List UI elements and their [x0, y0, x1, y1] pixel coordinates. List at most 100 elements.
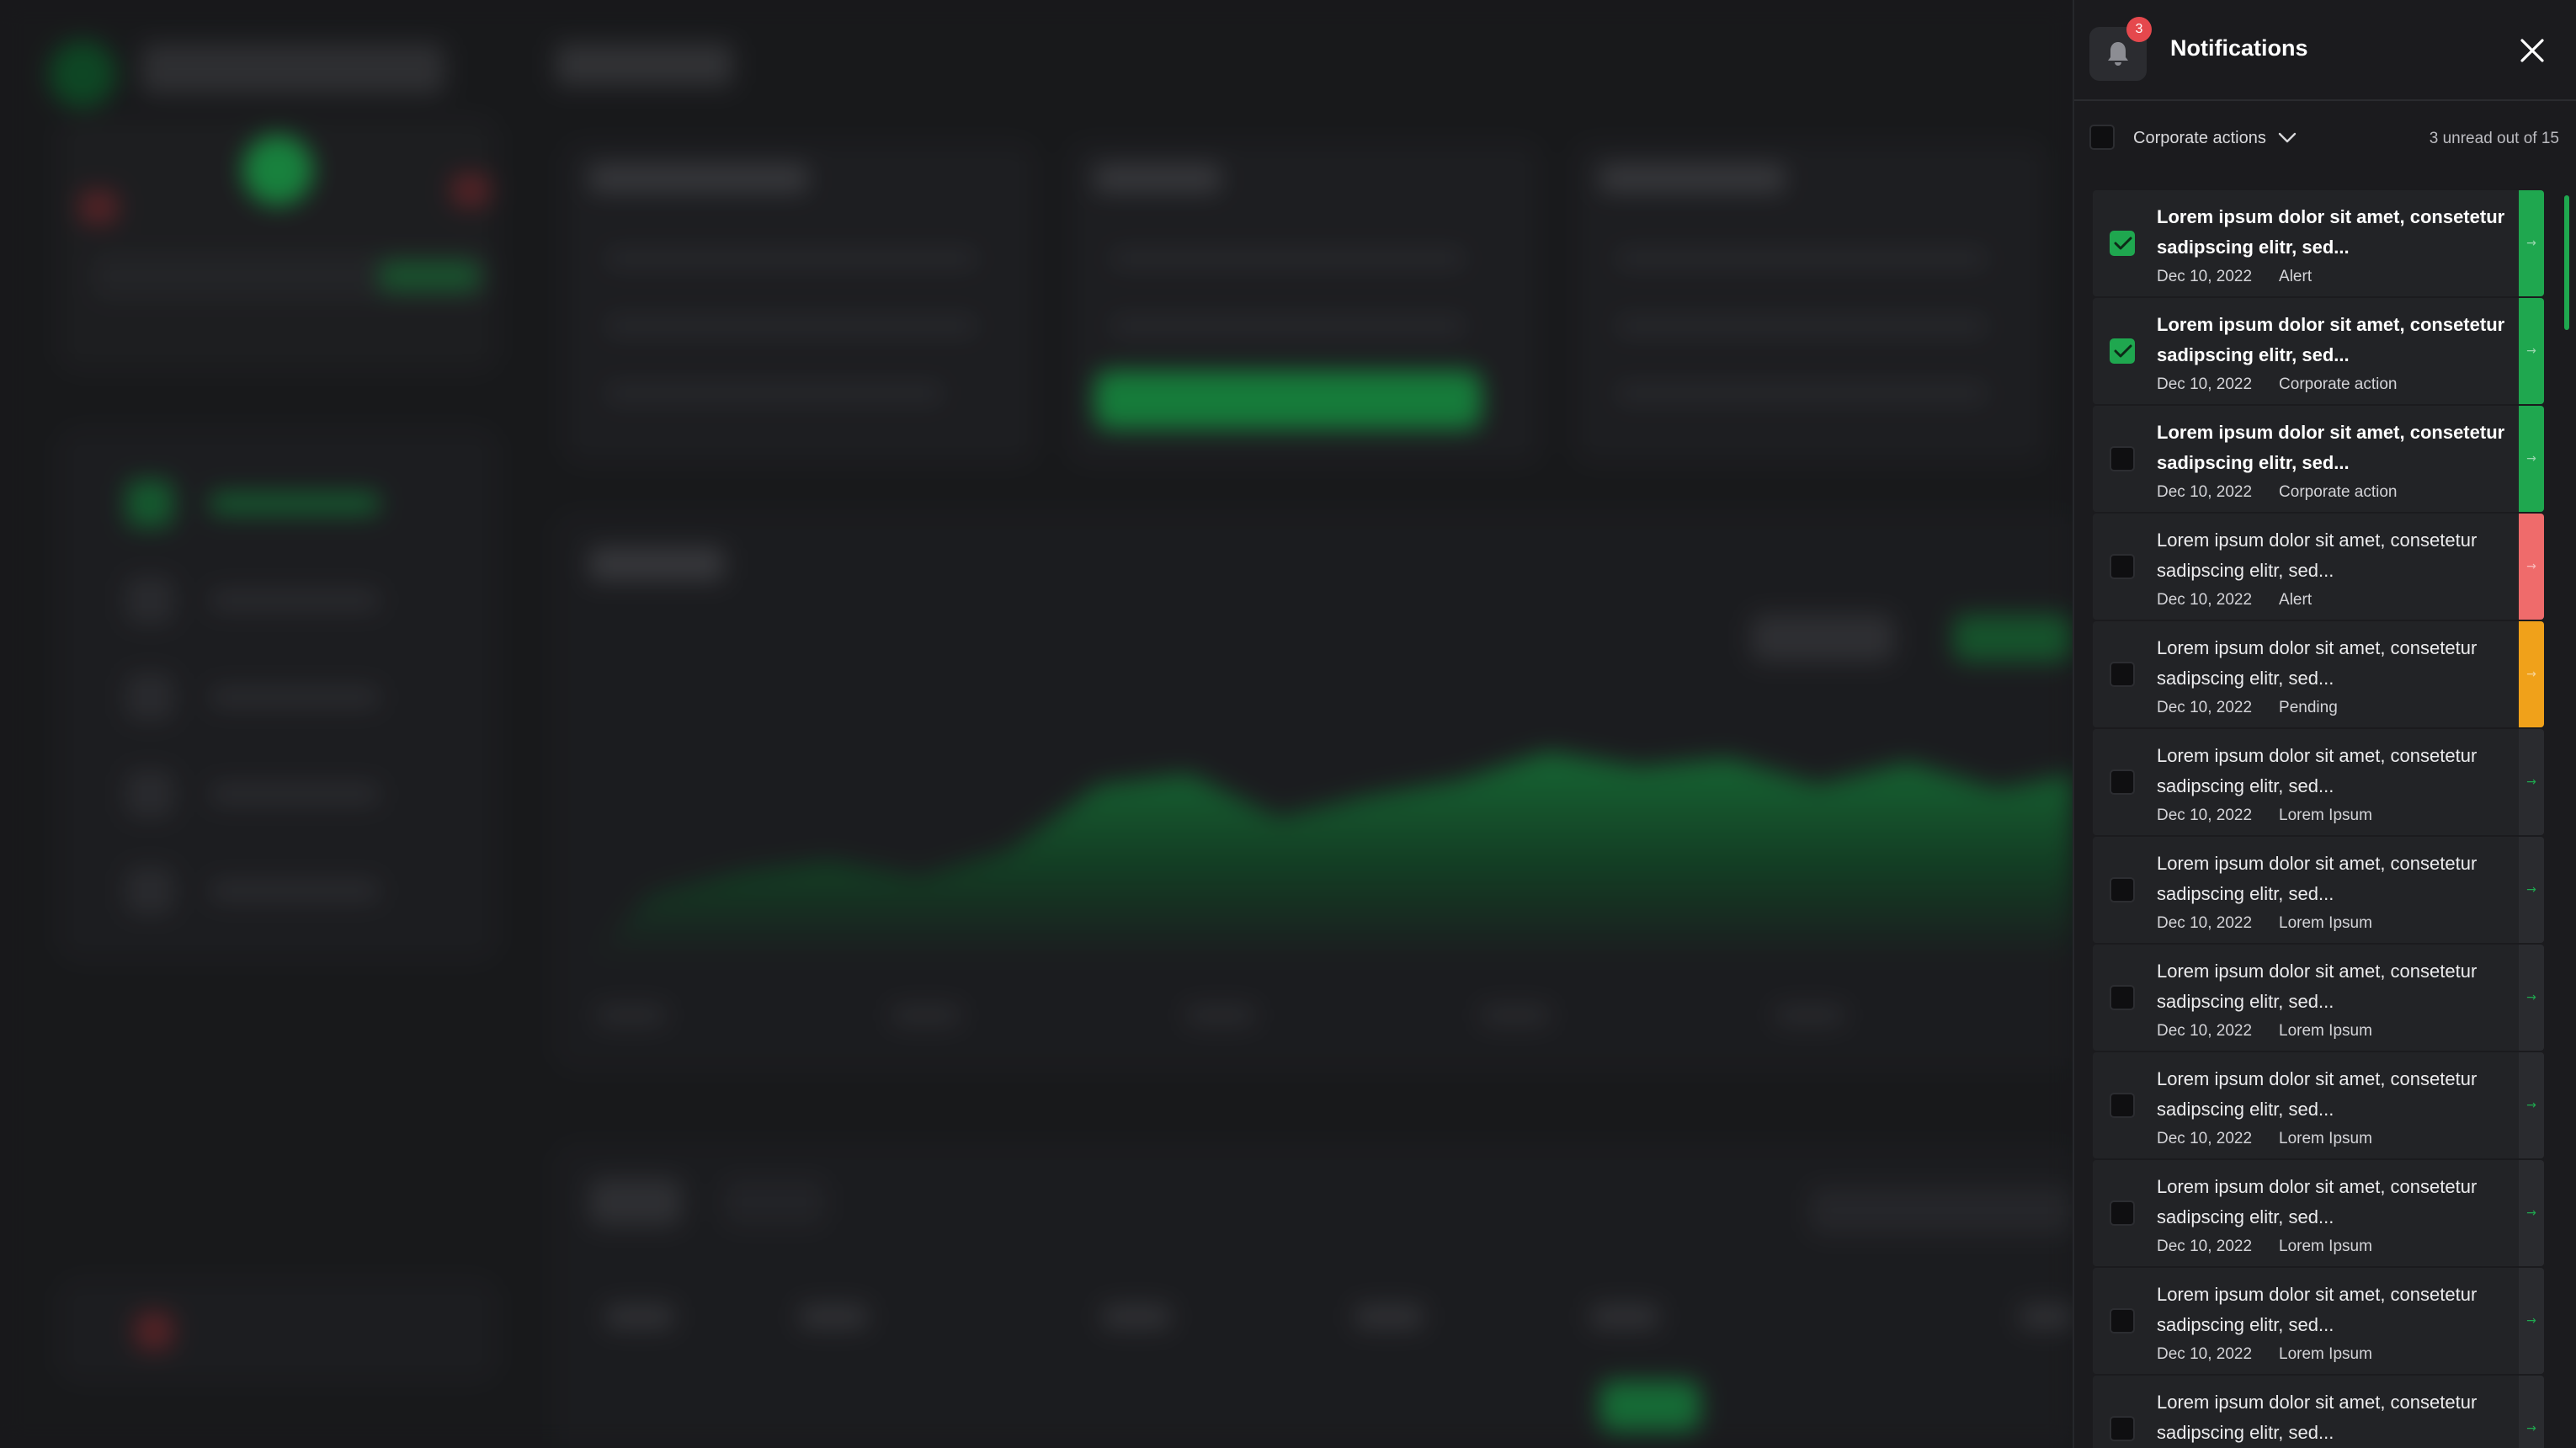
arrow-right-icon: → — [2526, 1099, 2536, 1112]
notification-text: Lorem ipsum dolor sit amet, consetetur s… — [2157, 745, 2478, 796]
notification-item[interactable]: Lorem ipsum dolor sit amet, consetetur s… — [2093, 945, 2544, 1051]
notification-checkbox[interactable] — [2110, 877, 2135, 902]
arrow-right-icon: → — [2526, 1206, 2536, 1220]
open-notification-button[interactable]: → — [2519, 298, 2544, 404]
notification-item[interactable]: Lorem ipsum dolor sit amet, consetetur s… — [2093, 1160, 2544, 1266]
notification-category: Alert — [2279, 591, 2313, 609]
notification-meta: Dec 10, 2022 Lorem Ipsum — [2157, 1130, 2372, 1148]
unread-summary: 3 unread out of 15 — [2429, 130, 2559, 147]
arrow-right-icon: → — [2526, 237, 2536, 250]
notification-text: Lorem ipsum dolor sit amet, consetetur s… — [2157, 206, 2505, 258]
notification-item[interactable]: Lorem ipsum dolor sit amet, consetetur s… — [2093, 190, 2544, 296]
notification-checkbox[interactable] — [2110, 1416, 2135, 1441]
notification-date: Dec 10, 2022 — [2157, 268, 2253, 285]
open-notification-button[interactable]: → — [2519, 1376, 2544, 1448]
notification-category: Corporate action — [2279, 375, 2398, 393]
arrow-right-icon: → — [2526, 668, 2536, 681]
notification-date: Dec 10, 2022 — [2157, 591, 2253, 609]
close-icon — [2520, 39, 2544, 62]
notification-item[interactable]: Lorem ipsum dolor sit amet, consetetur s… — [2093, 621, 2544, 727]
notification-checkbox[interactable] — [2110, 554, 2135, 579]
notification-meta: Dec 10, 2022 Lorem Ipsum — [2157, 1022, 2372, 1041]
notification-text: Lorem ipsum dolor sit amet, consetetur s… — [2157, 961, 2478, 1012]
notification-meta: Dec 10, 2022 Pending — [2157, 699, 2338, 717]
open-notification-button[interactable]: → — [2519, 837, 2544, 943]
open-notification-button[interactable]: → — [2519, 406, 2544, 512]
notification-checkbox[interactable] — [2110, 446, 2135, 471]
notification-item[interactable]: Lorem ipsum dolor sit amet, consetetur s… — [2093, 1268, 2544, 1374]
panel-title: Notifications — [2170, 35, 2308, 61]
notification-checkbox[interactable] — [2110, 985, 2135, 1010]
notification-text: Lorem ipsum dolor sit amet, consetetur s… — [2157, 530, 2478, 581]
open-notification-button[interactable]: → — [2519, 1268, 2544, 1374]
notification-item[interactable]: Lorem ipsum dolor sit amet, consetetur s… — [2093, 406, 2544, 512]
notification-date: Dec 10, 2022 — [2157, 1022, 2253, 1040]
notification-meta: Dec 10, 2022 Alert — [2157, 591, 2312, 610]
open-notification-button[interactable]: → — [2519, 729, 2544, 835]
notification-item[interactable]: Lorem ipsum dolor sit amet, consetetur s… — [2093, 837, 2544, 943]
notification-text: Lorem ipsum dolor sit amet, consetetur s… — [2157, 314, 2505, 365]
notification-date: Dec 10, 2022 — [2157, 1130, 2253, 1147]
notification-date: Dec 10, 2022 — [2157, 1345, 2253, 1363]
panel-header: 3 Notifications — [2074, 0, 2576, 101]
notification-text: Lorem ipsum dolor sit amet, consetetur s… — [2157, 853, 2478, 904]
notification-category: Lorem Ipsum — [2279, 1130, 2372, 1147]
category-filter-dropdown[interactable]: Corporate actions — [2133, 123, 2297, 153]
notification-checkbox[interactable] — [2110, 231, 2135, 256]
notification-meta: Dec 10, 2022 Corporate action — [2157, 375, 2398, 394]
notification-meta: Dec 10, 2022 Lorem Ipsum — [2157, 807, 2372, 825]
notification-category: Corporate action — [2279, 483, 2398, 501]
notification-text: Lorem ipsum dolor sit amet, consetetur s… — [2157, 1068, 2478, 1120]
notification-checkbox[interactable] — [2110, 1308, 2135, 1334]
notification-meta: Dec 10, 2022 Lorem Ipsum — [2157, 1345, 2372, 1364]
notification-date: Dec 10, 2022 — [2157, 1238, 2253, 1255]
arrow-right-icon: → — [2526, 344, 2536, 358]
chevron-down-icon — [2278, 132, 2297, 143]
arrow-right-icon: → — [2526, 452, 2536, 466]
notification-category: Lorem Ipsum — [2279, 807, 2372, 824]
arrow-right-icon: → — [2526, 775, 2536, 789]
select-all-checkbox[interactable] — [2089, 125, 2115, 150]
open-notification-button[interactable]: → — [2519, 621, 2544, 727]
notification-item[interactable]: Lorem ipsum dolor sit amet, consetetur s… — [2093, 729, 2544, 835]
notification-category: Pending — [2279, 699, 2338, 716]
arrow-right-icon: → — [2526, 1422, 2536, 1435]
open-notification-button[interactable]: → — [2519, 190, 2544, 296]
notification-text: Lorem ipsum dolor sit amet, consetetur s… — [2157, 422, 2505, 473]
open-notification-button[interactable]: → — [2519, 1160, 2544, 1266]
modal-overlay[interactable] — [0, 0, 2073, 1448]
open-notification-button[interactable]: → — [2519, 1052, 2544, 1158]
notification-item[interactable]: Lorem ipsum dolor sit amet, consetetur s… — [2093, 514, 2544, 620]
notification-date: Dec 10, 2022 — [2157, 699, 2253, 716]
notification-text: Lorem ipsum dolor sit amet, consetetur s… — [2157, 1284, 2478, 1335]
notification-category: Lorem Ipsum — [2279, 1022, 2372, 1040]
open-notification-button[interactable]: → — [2519, 945, 2544, 1051]
notification-meta: Dec 10, 2022 Corporate action — [2157, 483, 2398, 502]
arrow-right-icon: → — [2526, 991, 2536, 1004]
filter-row: Corporate actions 3 unread out of 15 — [2074, 103, 2576, 173]
scrollbar[interactable] — [2564, 195, 2569, 330]
notification-checkbox[interactable] — [2110, 662, 2135, 687]
notification-text: Lorem ipsum dolor sit amet, consetetur s… — [2157, 637, 2478, 689]
notification-checkbox[interactable] — [2110, 769, 2135, 795]
notification-item[interactable]: Lorem ipsum dolor sit amet, consetetur s… — [2093, 1052, 2544, 1158]
notification-date: Dec 10, 2022 — [2157, 483, 2253, 501]
category-filter-label: Corporate actions — [2133, 128, 2266, 147]
notification-checkbox[interactable] — [2110, 1093, 2135, 1118]
notification-category: Lorem Ipsum — [2279, 914, 2372, 932]
arrow-right-icon: → — [2526, 560, 2536, 573]
notification-text: Lorem ipsum dolor sit amet, consetetur s… — [2157, 1392, 2478, 1443]
notification-item[interactable]: Lorem ipsum dolor sit amet, consetetur s… — [2093, 1376, 2544, 1448]
open-notification-button[interactable]: → — [2519, 514, 2544, 620]
notification-item[interactable]: Lorem ipsum dolor sit amet, consetetur s… — [2093, 298, 2544, 404]
close-button[interactable] — [2512, 30, 2552, 71]
checkmark-icon — [2114, 237, 2132, 250]
notification-text: Lorem ipsum dolor sit amet, consetetur s… — [2157, 1176, 2478, 1227]
notification-category: Lorem Ipsum — [2279, 1345, 2372, 1363]
notifications-panel: 3 Notifications Corporate actions 3 unre… — [2073, 0, 2576, 1448]
notification-meta: Dec 10, 2022 Alert — [2157, 268, 2312, 286]
notification-list: Lorem ipsum dolor sit amet, consetetur s… — [2093, 190, 2544, 1448]
notification-checkbox[interactable] — [2110, 1200, 2135, 1226]
notification-date: Dec 10, 2022 — [2157, 914, 2253, 932]
notification-checkbox[interactable] — [2110, 338, 2135, 364]
